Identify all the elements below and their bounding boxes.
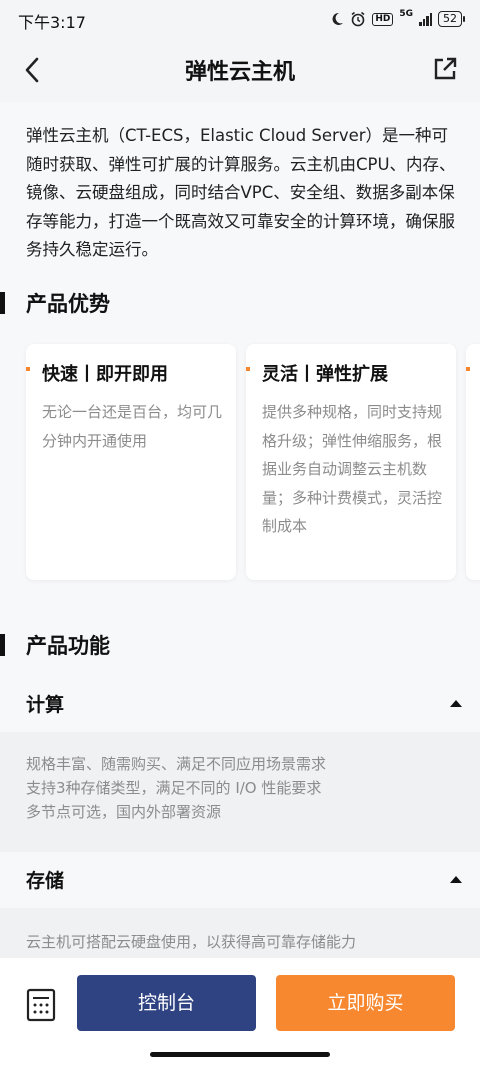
network-label: 5G [399, 9, 413, 19]
alarm-icon [351, 11, 365, 27]
feature-label: 计算 [26, 694, 65, 716]
signal-icon [419, 12, 432, 26]
collapse-arrow-icon[interactable] [450, 876, 462, 883]
buy-now-button[interactable]: 立即购买 [276, 975, 455, 1031]
feature-header-storage[interactable]: 存储 [0, 854, 480, 906]
advantages-title: 产品优势 [0, 288, 110, 318]
feature-body-compute: 规格丰富、随需购买、满足不同应用场景需求 支持3种存储类型，满足不同的 I/O … [0, 732, 480, 852]
advantage-card-next [466, 344, 480, 580]
feature-label: 存储 [26, 870, 65, 892]
hd-indicator: HD [372, 12, 394, 26]
bottom-action-bar: 控制台 立即购买 [0, 958, 480, 1067]
page-title: 弹性云主机 [184, 60, 295, 85]
feature-header-compute[interactable]: 计算 [0, 678, 480, 730]
advantage-card-flexible: 灵活丨弹性扩展 提供多种规格，同时支持规格升级；弹性伸缩服务，根据业务自动调整云… [246, 344, 456, 580]
feature-line: 云主机可搭配云硬盘使用，以获得高可靠存储能力 [26, 933, 357, 951]
card-title: 快速丨即开即用 [42, 364, 168, 385]
card-desc: 无论一台还是百台，均可几分钟内开通使用 [42, 403, 223, 450]
nav-header: 弹性云主机 [0, 38, 480, 102]
card-accent [26, 367, 30, 371]
status-bar: 下午3:17 HD 5G 52 [0, 0, 480, 38]
product-intro: 弹性云主机（CT-ECS，Elastic Cloud Server）是一种可随时… [26, 126, 456, 259]
feature-line: 支持3种存储类型，满足不同的 I/O 性能要求 [26, 779, 322, 797]
card-desc: 提供多种规格，同时支持规格升级；弹性伸缩服务，根据业务自动调整云主机数量；多种计… [262, 403, 443, 535]
feature-body-storage: 云主机可搭配云硬盘使用，以获得高可靠存储能力 [0, 908, 480, 958]
home-indicator[interactable] [150, 1052, 330, 1057]
card-accent [466, 367, 470, 371]
share-icon[interactable] [432, 56, 458, 82]
feature-line: 多节点可选，国内外部署资源 [26, 803, 222, 821]
feature-line: 规格丰富、随需购买、满足不同应用场景需求 [26, 755, 327, 773]
content-area[interactable]: 弹性云主机（CT-ECS，Elastic Cloud Server）是一种可随时… [0, 102, 480, 958]
collapse-arrow-icon[interactable] [450, 700, 462, 707]
moon-icon [332, 12, 344, 25]
status-icons: HD 5G 52 [330, 9, 465, 29]
card-accent [246, 367, 250, 371]
battery-indicator: 52 [438, 11, 465, 27]
features-title: 产品功能 [0, 630, 110, 660]
card-title: 灵活丨弹性扩展 [262, 364, 388, 385]
calculator-icon[interactable] [26, 988, 56, 1022]
status-time: 下午3:17 [18, 13, 86, 32]
console-button[interactable]: 控制台 [77, 975, 256, 1031]
advantage-card-fast: 快速丨即开即用 无论一台还是百台，均可几分钟内开通使用 [26, 344, 236, 580]
